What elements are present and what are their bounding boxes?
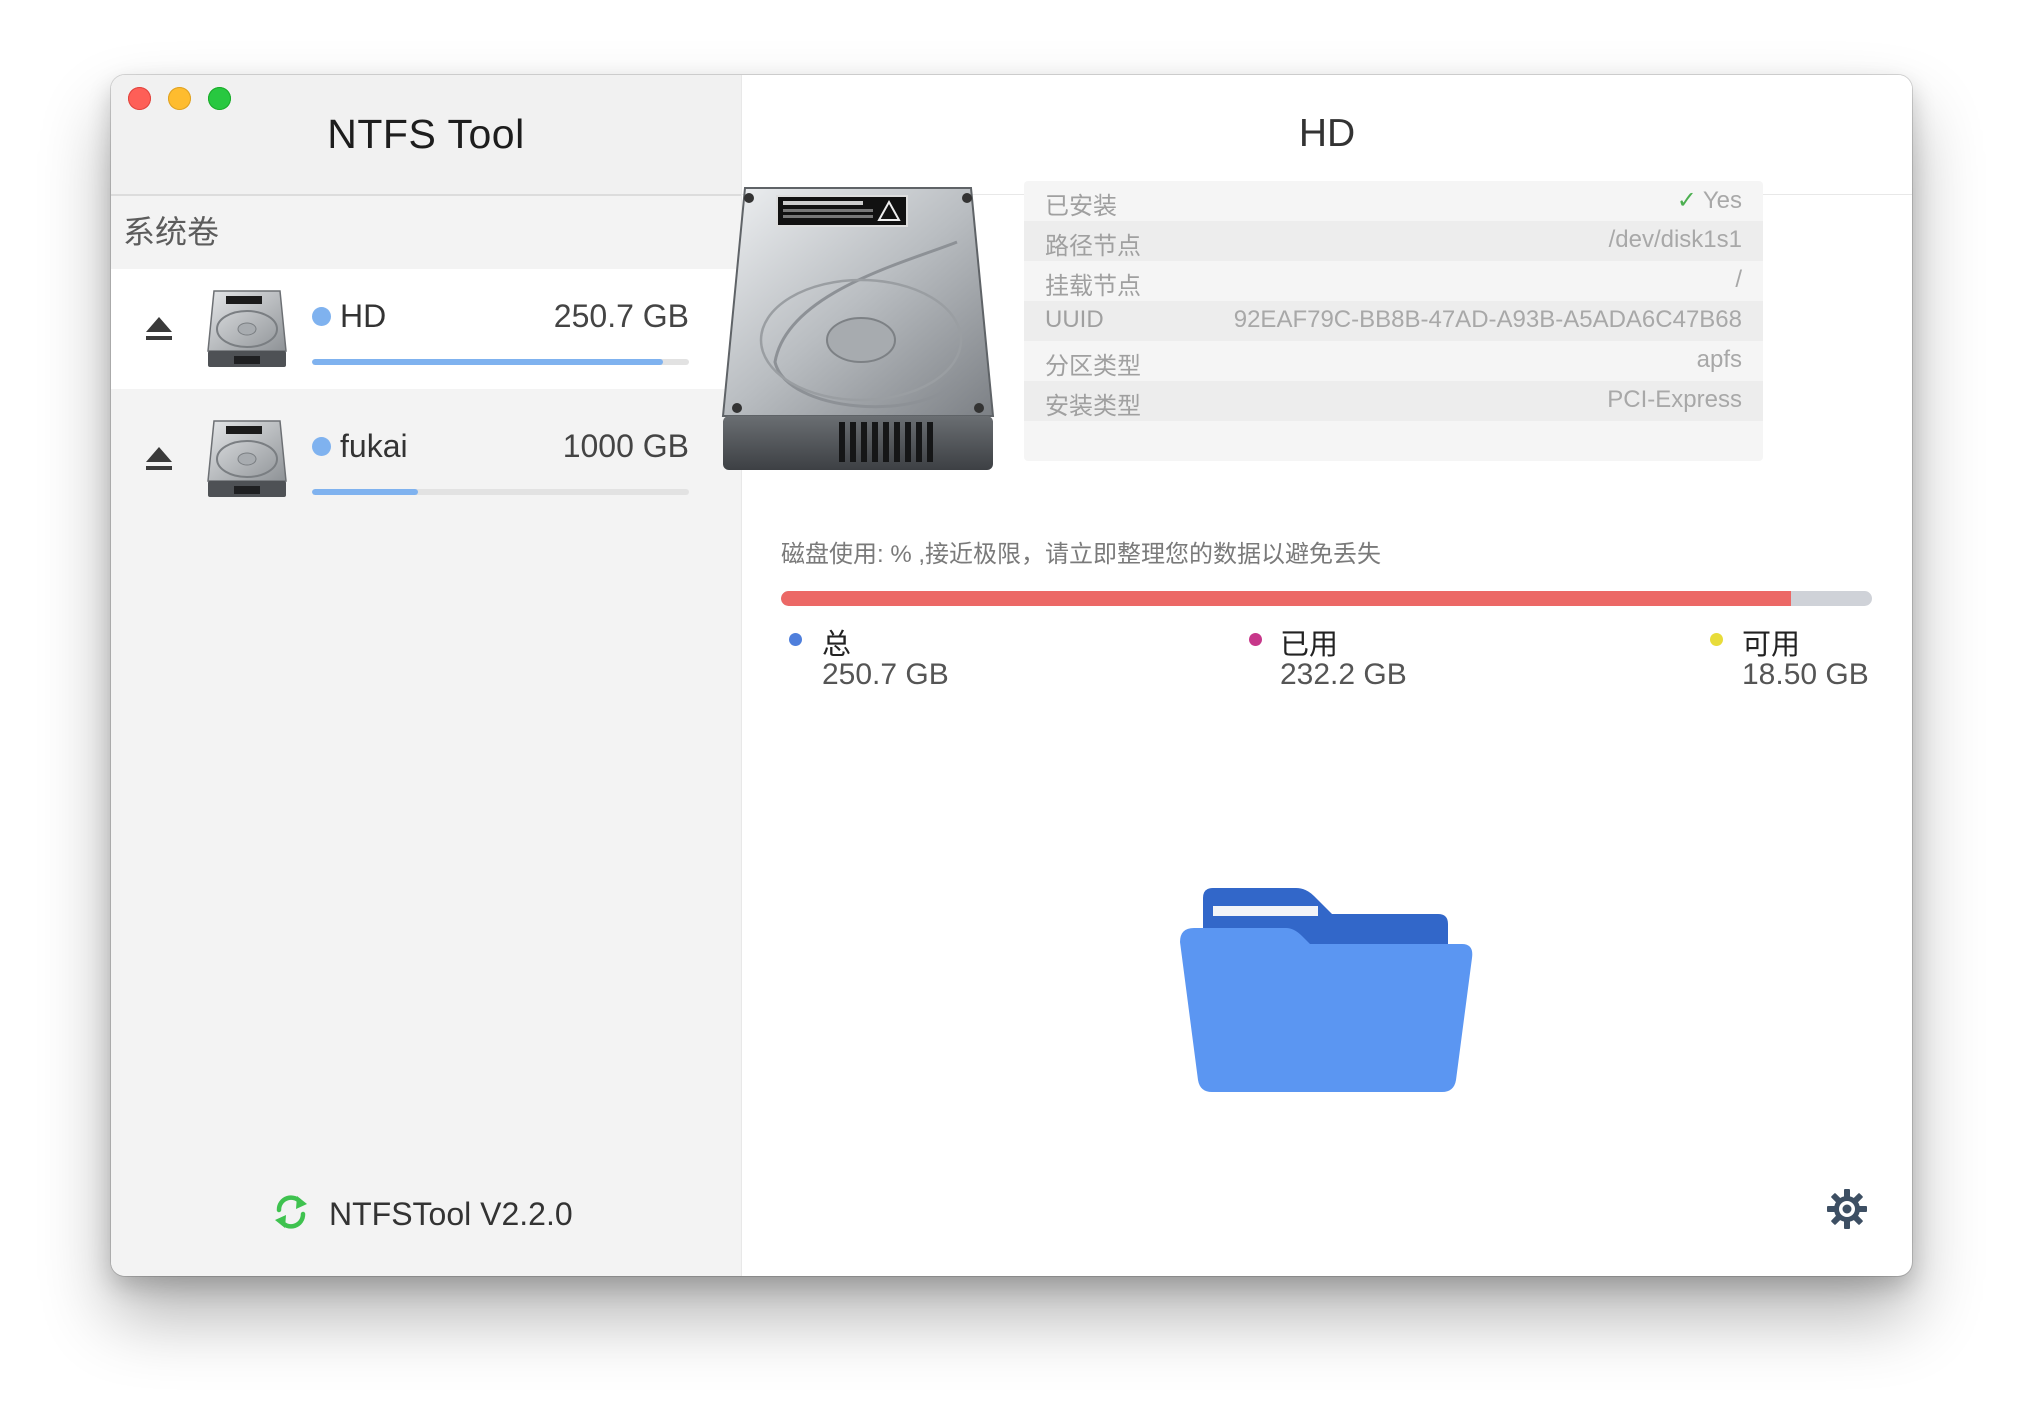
info-row-mount: 挂载节点 /	[1024, 261, 1763, 301]
info-row-path: 路径节点 /dev/disk1s1	[1024, 221, 1763, 261]
hard-disk-icon	[207, 290, 287, 367]
info-row-installed: 已安装 ✓ Yes	[1024, 181, 1763, 221]
info-value-text: Yes	[1702, 187, 1742, 214]
info-row-partition-type: 分区类型 apfs	[1024, 341, 1763, 381]
hard-disk-image	[721, 187, 995, 470]
info-value: 92EAF79C-BB8B-47AD-A93B-A5ADA6C47B68	[1233, 306, 1742, 333]
volume-item-hd[interactable]: HD 250.7 GB	[111, 269, 741, 389]
info-value: /dev/disk1s1	[1608, 226, 1742, 253]
hard-disk-icon	[207, 420, 287, 497]
legend-label: 已用	[1280, 629, 1339, 661]
sidebar-header: NTFS Tool	[111, 75, 741, 196]
volume-name: HD	[340, 298, 387, 334]
version-label: NTFSTool V2.2.0	[329, 1196, 573, 1232]
info-key: 挂载节点	[1045, 273, 1141, 300]
disk-usage-warning: 磁盘使用: % ,接近极限，请立即整理您的数据以避免丢失	[781, 541, 1382, 568]
volume-usage-fill	[312, 489, 418, 495]
volume-usage-bar	[312, 489, 689, 495]
app-title: NTFS Tool	[327, 111, 525, 157]
main-header: HD	[742, 75, 1912, 195]
legend-dot	[789, 633, 802, 646]
legend-value: 18.50 GB	[1742, 658, 1869, 691]
section-label: 系统卷	[123, 214, 220, 250]
status-dot	[312, 307, 331, 326]
eject-icon[interactable]	[144, 313, 174, 343]
info-value: PCI-Express	[1607, 386, 1742, 413]
settings-gear-icon[interactable]	[1826, 1188, 1868, 1230]
zoom-window-button[interactable]	[208, 87, 231, 110]
volume-title: HD	[1298, 112, 1356, 155]
info-key: 已安装	[1045, 193, 1117, 220]
minimize-window-button[interactable]	[168, 87, 191, 110]
legend-value: 232.2 GB	[1280, 658, 1407, 691]
sidebar: NTFS Tool 系统卷 HD 250.7 GB fukai 1000 GB …	[111, 75, 742, 1276]
volume-usage-fill	[312, 359, 663, 365]
volume-size: 250.7 GB	[553, 298, 689, 334]
legend-label: 总	[822, 629, 852, 661]
legend-value: 250.7 GB	[822, 658, 949, 691]
info-value: /	[1735, 266, 1742, 293]
volume-size: 1000 GB	[562, 428, 689, 464]
info-row-uuid: UUID 92EAF79C-BB8B-47AD-A93B-A5ADA6C47B6…	[1024, 301, 1763, 341]
disk-usage-fill	[781, 591, 1792, 606]
eject-icon[interactable]	[144, 443, 174, 473]
info-key: 安装类型	[1045, 393, 1141, 420]
info-key: 路径节点	[1045, 233, 1141, 260]
refresh-icon[interactable]	[273, 1194, 309, 1230]
info-row-install-type: 安装类型 PCI-Express	[1024, 381, 1763, 421]
info-key: 分区类型	[1045, 353, 1141, 380]
legend-dot	[1249, 633, 1262, 646]
disk-usage-bar	[781, 591, 1872, 606]
volume-item-fukai[interactable]: fukai 1000 GB	[111, 399, 741, 519]
info-key: UUID	[1045, 306, 1104, 333]
volume-usage-bar	[312, 359, 689, 365]
info-value: apfs	[1696, 346, 1742, 373]
legend-label: 可用	[1742, 629, 1801, 661]
info-value: ✓ Yes	[1677, 186, 1742, 215]
volume-info-panel: 已安装 ✓ Yes 路径节点 /dev/disk1s1 挂载节点 / UUID 9…	[1024, 181, 1763, 461]
check-icon: ✓	[1676, 187, 1697, 214]
status-dot	[312, 437, 331, 456]
legend-dot	[1710, 633, 1723, 646]
close-window-button[interactable]	[128, 87, 151, 110]
volume-name: fukai	[340, 428, 408, 464]
open-folder-icon[interactable]	[1176, 884, 1476, 1094]
